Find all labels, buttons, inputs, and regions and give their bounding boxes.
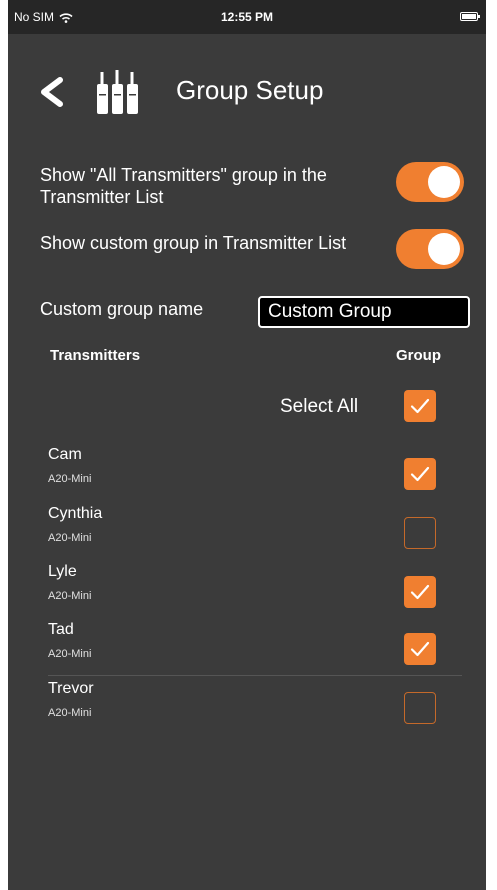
show-custom-group-label: Show custom group in Transmitter List [40, 233, 347, 253]
transmitter-model: A20-Mini [48, 473, 92, 485]
transmitter-model: A20-Mini [48, 532, 92, 544]
transmitter-model: A20-Mini [48, 648, 92, 660]
transmitter-name: Lyle [48, 563, 77, 580]
custom-group-name-label: Custom group name [40, 299, 204, 319]
transmitter-checkbox-trevor[interactable] [404, 692, 436, 724]
transmitter-name: Cam [48, 446, 82, 463]
transmitter-checkbox-lyle[interactable] [404, 576, 436, 608]
transmitter-checkbox-cam[interactable] [404, 458, 436, 490]
show-custom-group-toggle[interactable] [396, 229, 464, 269]
toggle-knob [428, 233, 460, 265]
transmitter-name: Cynthia [48, 505, 103, 522]
app-screen: No SIM 12:55 PM Group Setup Show "All Tr… [8, 0, 486, 890]
group-column-header: Group [396, 347, 441, 364]
transmitters-group-icon [97, 70, 138, 114]
page-title: Group Setup [176, 75, 324, 105]
transmitter-model: A20-Mini [48, 707, 92, 719]
custom-group-name-input[interactable] [258, 296, 470, 328]
transmitter-name: Trevor [48, 680, 94, 697]
transmitters-column-header: Transmitters [50, 347, 141, 364]
battery-icon [460, 12, 480, 21]
checkmark-icon [410, 398, 430, 414]
show-all-transmitters-label: Show "All Transmitters" group in the Tra… [40, 165, 327, 207]
checkmark-icon [410, 641, 430, 657]
transmitter-checkbox-tad[interactable] [404, 633, 436, 665]
transmitter-checkbox-cynthia[interactable] [404, 517, 436, 549]
transmitter-name: Tad [48, 621, 74, 638]
transmitter-model: A20-Mini [48, 590, 92, 602]
select-all-checkbox[interactable] [404, 390, 436, 422]
back-button[interactable] [34, 74, 70, 110]
status-time: 12:55 PM [220, 10, 274, 24]
checkmark-icon [410, 466, 430, 482]
toggle-knob [428, 166, 460, 198]
status-bar: No SIM 12:55 PM [8, 0, 486, 34]
select-all-label: Select All [280, 396, 359, 417]
show-all-transmitters-toggle[interactable] [396, 162, 464, 202]
checkmark-icon [410, 584, 430, 600]
chevron-left-icon [41, 77, 63, 107]
row-divider [48, 675, 462, 676]
